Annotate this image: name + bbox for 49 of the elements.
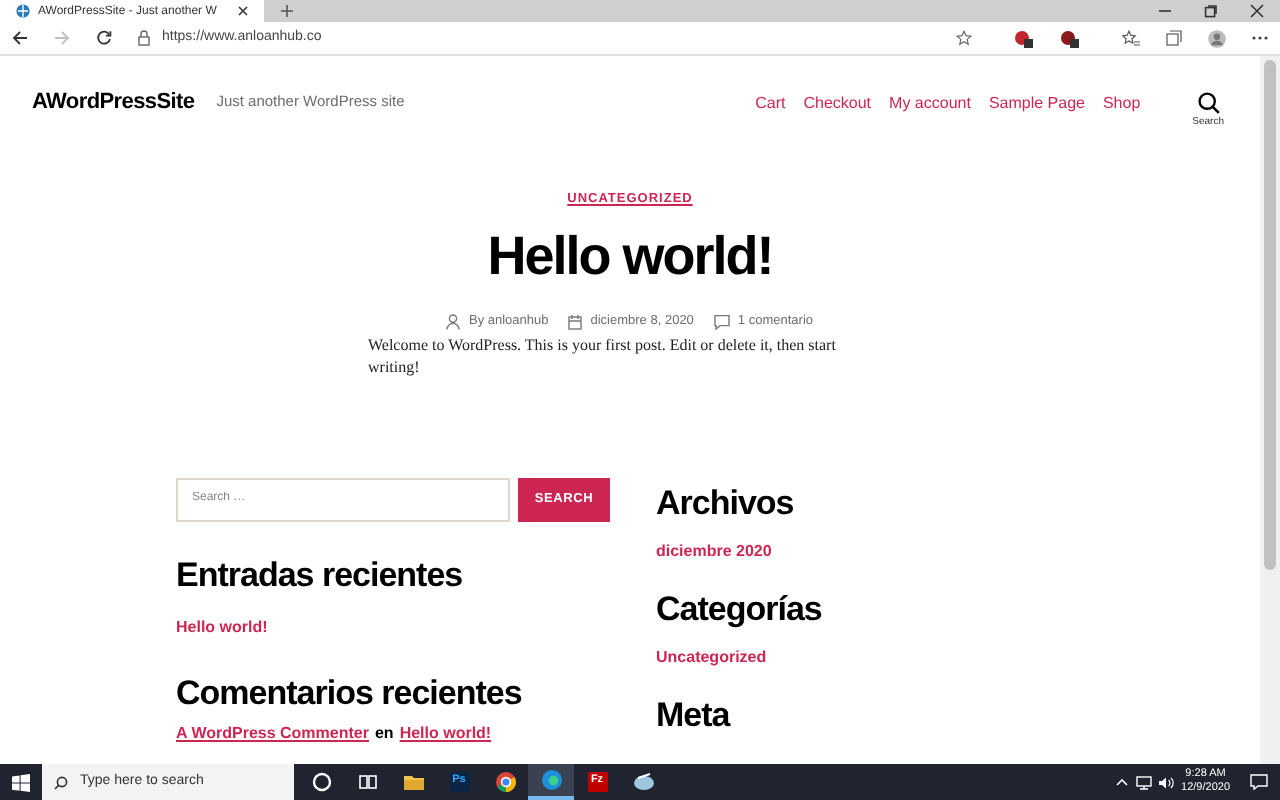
person-icon (446, 313, 461, 330)
chrome-icon (493, 770, 517, 794)
search-icon (54, 775, 68, 789)
widget-heading: Entradas recientes (176, 557, 465, 591)
widget-link[interactable]: Hello world! (176, 615, 610, 639)
network-icon[interactable] (1135, 775, 1152, 789)
nav-link[interactable]: Sample Page (988, 91, 1085, 115)
star-icon[interactable] (956, 30, 972, 46)
lock-icon (138, 30, 150, 46)
post-body: Welcome to WordPress. This is your first post. Edit or delete it, then start writing! (368, 333, 838, 377)
volume-icon[interactable] (1157, 775, 1174, 789)
cortana-icon (309, 770, 333, 794)
comment-joiner: en (374, 721, 394, 745)
refresh-icon[interactable] (96, 30, 112, 46)
nav-link[interactable]: Shop (1102, 91, 1141, 115)
extension-icon[interactable] (1060, 29, 1080, 47)
widget-heading: Categorías (656, 591, 822, 625)
widget-heading: Archivos (656, 485, 796, 519)
profile-icon[interactable] (1208, 29, 1226, 47)
back-icon[interactable] (12, 30, 28, 46)
nav-link[interactable]: My account (889, 91, 971, 115)
windows-icon[interactable] (12, 773, 30, 791)
nav-link[interactable]: Checkout (803, 91, 872, 115)
folder-icon (401, 770, 425, 794)
nav-link[interactable]: Cart (755, 91, 786, 115)
taskview-icon (355, 770, 379, 794)
chevron-up-icon[interactable] (1115, 778, 1128, 786)
widget-link[interactable]: Uncategorized (656, 645, 822, 669)
extension-icon[interactable] (1014, 29, 1034, 47)
favorites-icon[interactable] (1122, 30, 1140, 46)
minimize-icon[interactable] (1158, 4, 1172, 18)
plus-icon[interactable] (280, 4, 294, 18)
widget-heading: Comentarios recientes (176, 675, 524, 709)
collections-icon[interactable] (1166, 30, 1182, 46)
widget-heading: Meta (656, 697, 733, 731)
calendar-icon (568, 313, 583, 330)
comment-post-link[interactable]: Hello world! (399, 721, 492, 745)
close-icon[interactable] (1250, 4, 1264, 18)
restore-icon[interactable] (1204, 4, 1218, 18)
site-title[interactable]: AWordPressSite (32, 85, 195, 119)
comment-author-link[interactable]: A WordPress Commenter (176, 721, 369, 745)
comment-icon (713, 313, 730, 330)
notification-icon[interactable] (1250, 774, 1268, 790)
globe-icon (16, 4, 30, 18)
close-icon[interactable] (238, 6, 248, 16)
scrollbar-thumb[interactable] (1264, 60, 1276, 570)
post-title: Hello world! (487, 229, 773, 284)
widget-link[interactable]: diciembre 2020 (656, 539, 822, 563)
search-icon (1197, 91, 1220, 113)
